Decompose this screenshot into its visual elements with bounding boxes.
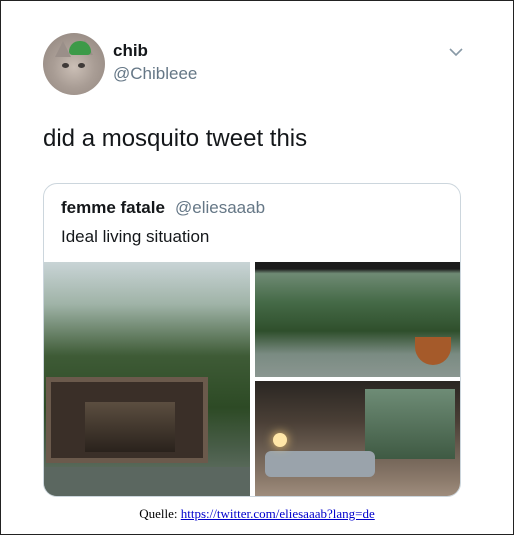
- source-caption: Quelle: https://twitter.com/eliesaaab?la…: [0, 506, 514, 522]
- quoted-author-handle: @eliesaaab: [175, 198, 266, 217]
- chevron-down-icon[interactable]: [448, 44, 464, 60]
- cat-eye: [78, 63, 85, 68]
- media-image-rainforest-hammock[interactable]: [255, 262, 460, 377]
- quoted-tweet-card[interactable]: femme fatale @eliesaaab Ideal living sit…: [43, 183, 461, 497]
- bed: [265, 451, 375, 477]
- hammock: [415, 337, 451, 365]
- cat-eye: [62, 63, 69, 68]
- cabin-interior: [85, 402, 175, 452]
- avatar[interactable]: [43, 33, 105, 95]
- author-display-name[interactable]: chib: [113, 41, 148, 61]
- media-image-cabin-bedroom[interactable]: [255, 381, 460, 496]
- cabin: [46, 377, 208, 463]
- source-label: Quelle:: [139, 506, 178, 521]
- source-link[interactable]: https://twitter.com/eliesaaab?lang=de: [181, 506, 375, 521]
- green-cap: [69, 41, 91, 55]
- river-water: [44, 467, 250, 496]
- quoted-author-display-name: femme fatale: [61, 198, 165, 217]
- tweet-text: did a mosquito tweet this: [43, 125, 308, 152]
- media-image-jungle-cabin[interactable]: [44, 262, 250, 496]
- lamp: [273, 433, 287, 447]
- author-handle[interactable]: @Chibleee: [113, 64, 197, 84]
- window: [365, 389, 455, 459]
- quoted-tweet-text: Ideal living situation: [61, 227, 210, 246]
